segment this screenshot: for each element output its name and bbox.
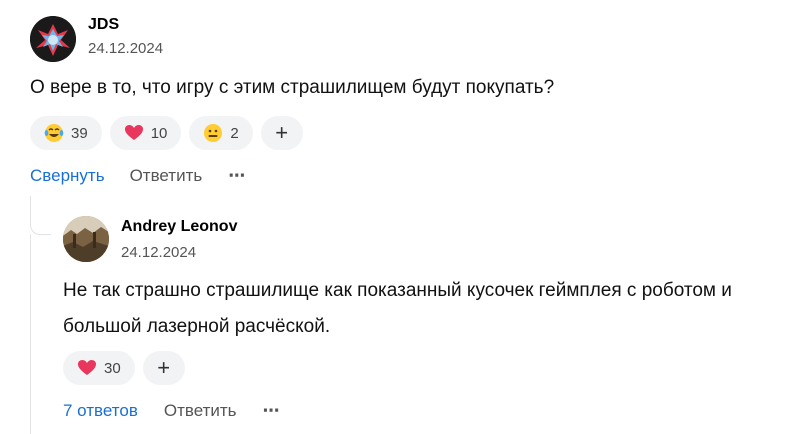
reaction-count: 30 [104,359,121,377]
heart-emoji-icon [77,358,97,378]
add-reaction-button[interactable]: + [142,351,185,385]
author-name[interactable]: Andrey Leonov [121,218,237,236]
replies-count-button[interactable]: 7 ответов [63,401,138,421]
more-icon[interactable]: ⋯ [263,401,281,421]
comment-date: 24.12.2024 [121,244,197,261]
reply-button[interactable]: Ответить [164,401,237,421]
comment-andrey-leonov: Andrey Leonov 24.12.2024 Не так страшно … [0,0,800,431]
comment-text: Не так страшно страшилище как показанный… [63,280,732,337]
avatar-image [63,216,109,262]
comment-actions: 7 ответов Ответить ⋯ [63,401,281,421]
avatar[interactable] [63,216,109,262]
reactions-bar: 30 + [63,351,185,385]
reaction-heart[interactable]: 30 [63,351,135,385]
